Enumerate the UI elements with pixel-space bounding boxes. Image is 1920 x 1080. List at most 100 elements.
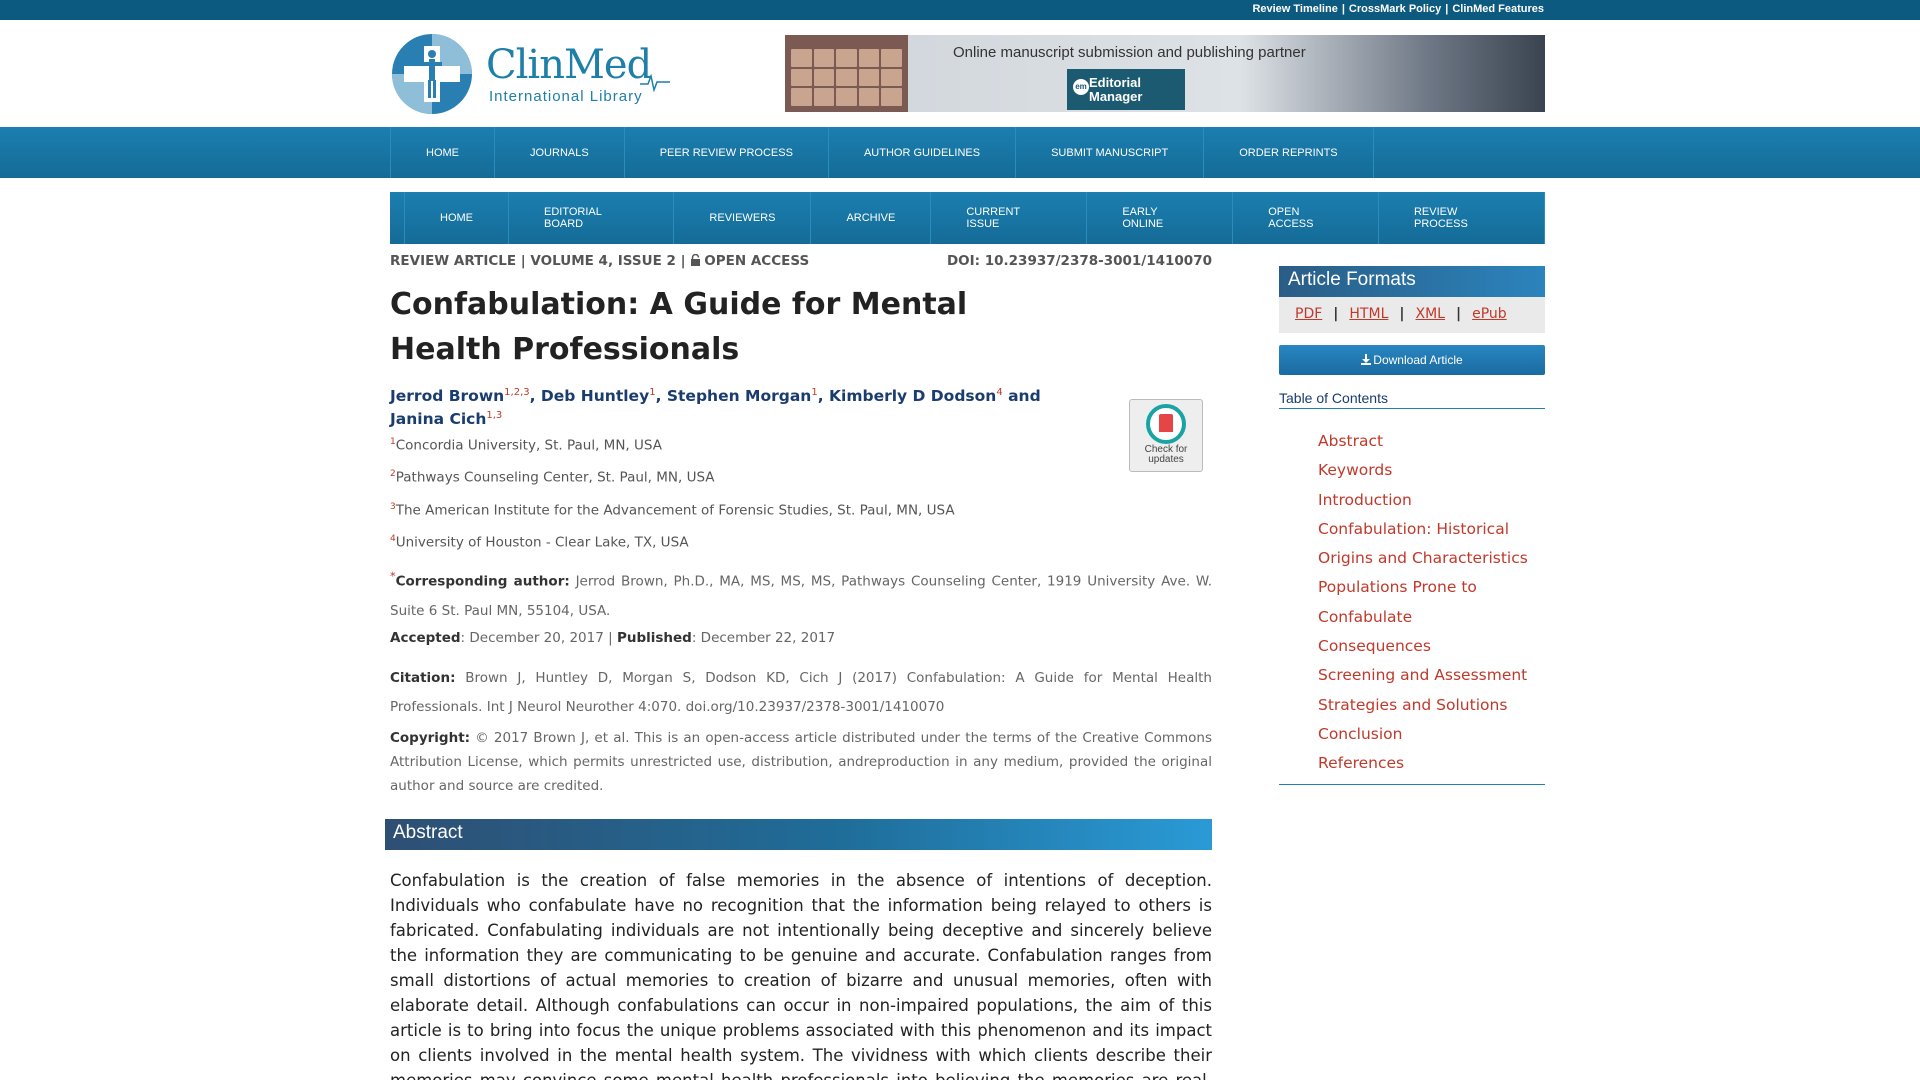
- download-icon: [1361, 354, 1372, 365]
- toc-item-introduction[interactable]: Introduction: [1318, 486, 1545, 515]
- journal-nav-early-online[interactable]: Early Online: [1087, 192, 1234, 244]
- logo-subtitle: International Library: [489, 88, 643, 105]
- nav-journals[interactable]: Journals: [495, 127, 625, 178]
- badge-line-1: Editorial: [1089, 75, 1142, 90]
- separator: |: [1445, 3, 1449, 15]
- format-xml-link[interactable]: XML: [1416, 306, 1445, 322]
- accepted-date: : December 20, 2017 |: [460, 630, 617, 646]
- author-separator: ,: [529, 387, 541, 406]
- main-nav: Home Journals Peer Review Process Author…: [0, 127, 1920, 178]
- copyright-label: Copyright:: [390, 730, 471, 746]
- toc-item-keywords[interactable]: Keywords: [1318, 456, 1545, 485]
- top-links: Review Timeline | CrossMark Policy | ClinMed…: [1252, 3, 1544, 15]
- dates: Accepted: December 20, 2017 | Published:…: [390, 624, 1212, 653]
- check-for-updates-label: Check for updates: [1144, 444, 1188, 465]
- abstract-text: Confabulation is the creation of false m…: [390, 871, 1212, 1080]
- article-type-volume: REVIEW ARTICLE | VOLUME 4, ISSUE 2 |: [390, 253, 691, 269]
- crossmark-icon: [1146, 404, 1186, 444]
- format-html-link[interactable]: HTML: [1349, 306, 1388, 322]
- published-label: Published: [616, 630, 692, 646]
- abstract-heading: Abstract: [385, 819, 1212, 850]
- em-logo-icon: em: [1073, 79, 1089, 95]
- check-for-updates-button[interactable]: Check for updates: [1129, 399, 1203, 472]
- badge-line-2: Manager: [1089, 89, 1143, 104]
- affiliation-text: The American Institute for the Advanceme…: [395, 502, 955, 519]
- author-name[interactable]: Stephen Morgan: [667, 387, 811, 405]
- corresponding-author: *Corresponding author: Jerrod Brown, Ph.…: [390, 562, 1212, 626]
- top-strip: Review Timeline | CrossMark Policy | ClinMed…: [0, 0, 1920, 20]
- journal-nav-open-access[interactable]: Open Access: [1233, 192, 1379, 244]
- affiliation: 2Pathways Counseling Center, St. Paul, M…: [390, 469, 715, 486]
- journal-nav-editorial-board[interactable]: Editorial Board: [509, 192, 675, 244]
- banner-text: Online manuscript submission and publish…: [953, 44, 1306, 61]
- author-separator: ,: [817, 387, 829, 406]
- published-date: : December 22, 2017: [691, 630, 836, 646]
- author-name[interactable]: Janina Cich: [390, 410, 486, 428]
- nav-order-reprints[interactable]: Order Reprints: [1204, 127, 1374, 178]
- affiliation-text: Pathways Counseling Center, St. Paul, MN…: [395, 469, 715, 486]
- nav-author-guidelines[interactable]: Author Guidelines: [829, 127, 1017, 178]
- separator: |: [1333, 306, 1339, 322]
- toc-item-historical-origins[interactable]: Confabulation: Historical Origins and Ch…: [1318, 515, 1545, 574]
- editorial-manager-banner[interactable]: Online manuscript submission and publish…: [785, 35, 1545, 112]
- journal-nav-reviewers[interactable]: Reviewers: [674, 192, 812, 244]
- crossmark-policy-link[interactable]: CrossMark Policy: [1349, 3, 1441, 15]
- citation: Citation: Brown J, Huntley D, Morgan S, …: [390, 664, 1212, 722]
- journal-cover-thumbnail: [785, 35, 908, 112]
- download-label: Download Article: [1373, 353, 1463, 367]
- toc-title: Table of Contents: [1279, 390, 1545, 409]
- accepted-label: Accepted: [390, 630, 461, 646]
- heartbeat-icon: [640, 73, 670, 92]
- open-access-label: OPEN ACCESS: [704, 253, 810, 269]
- journal-nav-archive[interactable]: Archive: [811, 192, 932, 244]
- toc-item-screening[interactable]: Screening and Assessment: [1318, 661, 1545, 690]
- doi[interactable]: DOI: 10.23937/2378-3001/1410070: [947, 253, 1212, 269]
- toc-item-strategies[interactable]: Strategies and Solutions: [1318, 691, 1545, 720]
- format-pdf-link[interactable]: PDF: [1295, 306, 1322, 322]
- affiliation-text: Concordia University, St. Paul, MN, USA: [395, 437, 662, 454]
- journal-nav-current-issue[interactable]: Current Issue: [931, 192, 1088, 244]
- separator: |: [1341, 3, 1345, 15]
- separator: |: [1455, 306, 1462, 322]
- copyright-text: © 2017 Brown J, et al. This is an open-a…: [390, 730, 1212, 794]
- author-separator: ,: [655, 387, 667, 406]
- article-formats-heading: Article Formats: [1279, 266, 1545, 297]
- clinmed-logo[interactable]: ClinMed International Library: [390, 32, 670, 118]
- author-affiliation-ref: 1,3: [486, 410, 503, 422]
- review-timeline-link[interactable]: Review Timeline: [1252, 3, 1337, 15]
- toc-item-consequences[interactable]: Consequences: [1318, 632, 1545, 661]
- affiliation: 1Concordia University, St. Paul, MN, USA: [390, 437, 662, 454]
- lock-icon: [691, 253, 701, 266]
- author-name[interactable]: Jerrod Brown: [390, 387, 504, 405]
- citation-text: Brown J, Huntley D, Morgan S, Dodson KD,…: [390, 670, 1212, 715]
- copyright: Copyright: © 2017 Brown J, et al. This i…: [390, 726, 1212, 798]
- logo-emblem-icon: [392, 34, 472, 114]
- author-affiliation-ref: 1,2,3: [504, 387, 530, 398]
- toc-item-references[interactable]: References: [1318, 749, 1545, 778]
- author-name[interactable]: Kimberly D Dodson: [829, 387, 996, 405]
- article-title: Confabulation: A Guide for Mental Health…: [390, 287, 968, 367]
- toc-item-abstract[interactable]: Abstract: [1318, 427, 1545, 456]
- author-separator: and: [1002, 387, 1041, 406]
- toc-item-conclusion[interactable]: Conclusion: [1318, 720, 1545, 749]
- article-meta: REVIEW ARTICLE | VOLUME 4, ISSUE 2 | OPE…: [390, 253, 1212, 269]
- nav-home[interactable]: Home: [391, 127, 495, 178]
- separator: |: [1399, 306, 1405, 322]
- clinmed-features-link[interactable]: ClinMed Features: [1452, 3, 1544, 15]
- table-of-contents: Abstract Keywords Introduction Confabula…: [1279, 423, 1545, 785]
- affiliation: 3The American Institute for the Advancem…: [390, 502, 955, 519]
- affiliation: 4University of Houston - Clear Lake, TX,…: [390, 534, 689, 551]
- author-name[interactable]: Deb Huntley: [541, 387, 649, 405]
- download-article-button[interactable]: Download Article: [1279, 345, 1545, 375]
- citation-label: Citation:: [390, 670, 456, 686]
- corresponding-label: Corresponding author:: [395, 573, 570, 590]
- logo-name: ClinMed: [486, 42, 652, 88]
- affiliation-text: University of Houston - Clear Lake, TX, …: [395, 534, 689, 551]
- journal-nav-review-process[interactable]: Review Process: [1379, 192, 1545, 244]
- nav-peer-review-process[interactable]: Peer Review Process: [625, 127, 829, 178]
- journal-nav-home[interactable]: Home: [405, 192, 509, 244]
- format-epub-link[interactable]: ePub: [1472, 306, 1507, 322]
- editorial-manager-badge: em Editorial Manager: [1067, 69, 1185, 110]
- nav-submit-manuscript[interactable]: Submit Manuscript: [1016, 127, 1205, 178]
- toc-item-populations[interactable]: Populations Prone to Confabulate: [1318, 573, 1545, 632]
